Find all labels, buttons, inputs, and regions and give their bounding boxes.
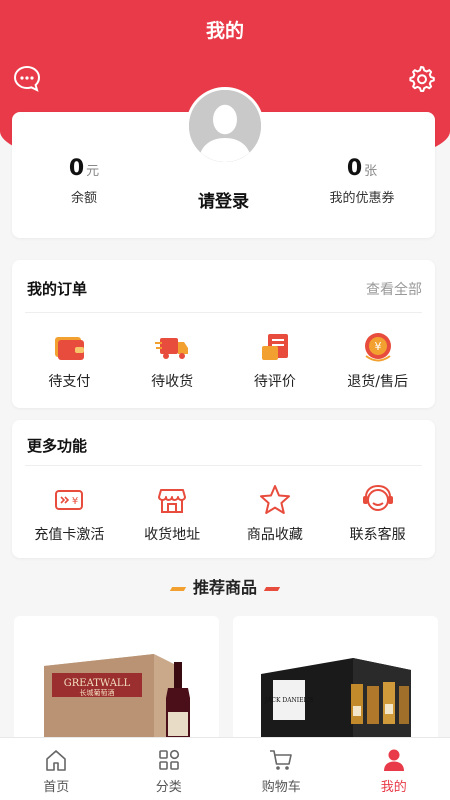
decor-dash — [263, 586, 281, 591]
tab-label: 首页 — [43, 780, 70, 795]
product-image: GREATWALL 长城葡萄酒 — [14, 616, 219, 756]
wallet-icon — [55, 337, 85, 360]
features-header: 更多功能 — [25, 420, 422, 466]
order-refund[interactable]: ¥ 退货/售后 — [328, 329, 428, 391]
user-card: 0元 余额 请登录 0张 我的优惠券 — [12, 87, 435, 238]
review-icon — [261, 334, 288, 360]
feature-address[interactable]: 收货地址 — [122, 482, 222, 544]
login-link[interactable]: 请登录 — [132, 187, 315, 212]
settings-icon[interactable] — [406, 64, 436, 94]
bottom-tabbar: 首页 分类 购物车 我的 — [0, 737, 450, 800]
svg-text:¥: ¥ — [72, 496, 78, 507]
decor-dash — [169, 586, 187, 591]
store-address-icon — [158, 489, 187, 513]
balance-value: 0 — [68, 156, 85, 181]
order-item-label: 待收货 — [151, 374, 194, 390]
feature-item-label: 充值卡激活 — [34, 527, 105, 543]
feature-recharge-card[interactable]: ¥ 充值卡激活 — [19, 482, 119, 544]
tab-category[interactable]: 分类 — [113, 738, 226, 800]
truck-icon — [155, 338, 189, 359]
balance-label: 余额 — [70, 191, 97, 206]
order-item-label: 待评价 — [253, 374, 296, 390]
tab-label: 我的 — [380, 780, 407, 795]
product-box-text: GREATWALL — [64, 678, 131, 689]
product-image: JACK DANIEL'S — [233, 616, 438, 756]
view-all-orders-link[interactable]: 查看全部 — [366, 279, 422, 299]
page-title: 我的 — [205, 20, 244, 42]
balance-stat[interactable]: 0元 余额 — [24, 156, 144, 206]
message-icon[interactable] — [12, 64, 42, 94]
recommend-header: 推荐商品 — [0, 574, 450, 598]
refund-icon: ¥ — [364, 333, 391, 362]
order-pending-receipt[interactable]: 待收货 — [122, 329, 222, 391]
feature-item-label: 商品收藏 — [246, 527, 303, 543]
tab-label: 购物车 — [261, 780, 301, 795]
feature-customer-service[interactable]: 联系客服 — [328, 482, 428, 544]
balance-unit: 元 — [86, 164, 100, 179]
svg-text:¥: ¥ — [374, 340, 381, 353]
product-card-jack-daniels[interactable]: JACK DANIEL'S — [233, 616, 438, 756]
home-icon — [46, 750, 67, 771]
product-card-greatwall[interactable]: GREATWALL 长城葡萄酒 — [14, 616, 219, 756]
order-item-label: 退货/售后 — [347, 374, 408, 390]
recommend-title: 推荐商品 — [192, 578, 257, 597]
user-icon — [383, 749, 404, 771]
avatar[interactable] — [186, 87, 264, 165]
feature-item-label: 联系客服 — [349, 527, 406, 543]
orders-header: 我的订单 查看全部 — [25, 260, 422, 313]
coupons-label: 我的优惠券 — [329, 191, 395, 206]
tab-label: 分类 — [155, 780, 182, 795]
coupons-unit: 张 — [364, 164, 378, 179]
tab-home[interactable]: 首页 — [0, 738, 113, 800]
tab-cart[interactable]: 购物车 — [225, 738, 338, 800]
feature-item-label: 收货地址 — [144, 527, 201, 543]
star-icon — [259, 485, 290, 514]
features-title: 更多功能 — [27, 437, 88, 455]
product-box-text: JACK DANIEL'S — [264, 697, 314, 704]
coupons-value: 0 — [346, 156, 363, 181]
features-card: 更多功能 ¥ 充值卡激活 收货地址 商品收藏 联系客服 — [12, 420, 435, 558]
order-item-label: 待支付 — [48, 374, 91, 390]
default-avatar-icon — [189, 90, 261, 162]
orders-title: 我的订单 — [27, 280, 88, 298]
cart-icon — [270, 750, 293, 770]
category-icon — [158, 749, 179, 770]
feature-favorites[interactable]: 商品收藏 — [225, 482, 325, 544]
recharge-card-icon: ¥ — [55, 490, 84, 510]
order-pending-review[interactable]: 待评价 — [225, 329, 325, 391]
orders-card: 我的订单 查看全部 待支付 待收货 待评价 ¥ 退货/售后 — [12, 260, 435, 408]
product-box-subtext: 长城葡萄酒 — [80, 688, 115, 697]
tab-mine[interactable]: 我的 — [338, 738, 450, 800]
customer-service-icon — [362, 484, 393, 511]
coupons-stat[interactable]: 0张 我的优惠券 — [302, 156, 422, 206]
order-pending-payment[interactable]: 待支付 — [19, 329, 119, 391]
